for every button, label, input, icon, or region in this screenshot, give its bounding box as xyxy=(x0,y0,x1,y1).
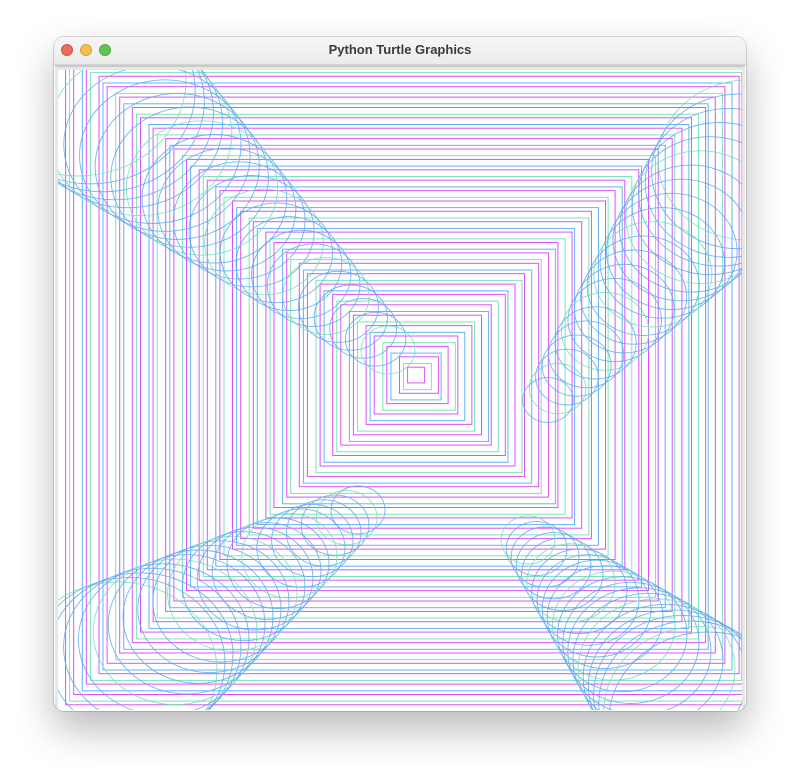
turtle-square xyxy=(352,314,482,436)
turtle-square xyxy=(399,356,440,394)
turtle-circle xyxy=(577,598,736,710)
turtle-square xyxy=(256,227,576,526)
canvas-frame xyxy=(55,65,745,710)
turtle-square xyxy=(198,169,640,581)
turtle-circle xyxy=(282,257,370,335)
turtle-circle xyxy=(58,70,187,177)
turtle-square xyxy=(89,72,742,681)
turtle-square xyxy=(302,269,533,484)
turtle-circle xyxy=(557,576,688,693)
turtle-circle xyxy=(644,107,742,258)
turtle-circle xyxy=(329,298,398,359)
turtle-square xyxy=(306,273,525,477)
turtle-square xyxy=(215,186,623,567)
turtle-square xyxy=(131,107,707,644)
turtle-square xyxy=(357,321,475,432)
turtle-square xyxy=(286,252,549,498)
turtle-square xyxy=(223,196,609,557)
turtle-square xyxy=(173,148,659,602)
turtle-circle xyxy=(551,570,676,681)
turtle-window: Python Turtle Graphics xyxy=(54,37,746,711)
nested-squares xyxy=(65,70,742,706)
turtle-square xyxy=(407,366,425,384)
turtle-square xyxy=(298,262,540,488)
turtle-square xyxy=(165,138,673,612)
turtle-square xyxy=(265,231,573,519)
turtle-square xyxy=(323,290,509,463)
turtle-circle xyxy=(360,325,416,375)
turtle-square xyxy=(252,221,583,529)
turtle-square xyxy=(140,117,692,633)
turtle-square xyxy=(369,331,466,422)
turtle-circle xyxy=(157,147,297,272)
turtle-circle xyxy=(598,620,742,710)
turtle-circle xyxy=(137,544,282,674)
turtle-circle xyxy=(172,161,306,280)
title-bar[interactable]: Python Turtle Graphics xyxy=(54,37,746,65)
turtle-square xyxy=(85,70,742,685)
turtle-circle xyxy=(505,521,568,577)
turtle-circle xyxy=(58,572,234,710)
turtle-square xyxy=(365,325,473,425)
turtle-circle xyxy=(554,306,637,380)
turtle-canvas[interactable] xyxy=(58,70,742,710)
turtle-square xyxy=(202,176,633,577)
window-title: Python Turtle Graphics xyxy=(328,42,472,57)
turtle-circle xyxy=(77,563,250,710)
